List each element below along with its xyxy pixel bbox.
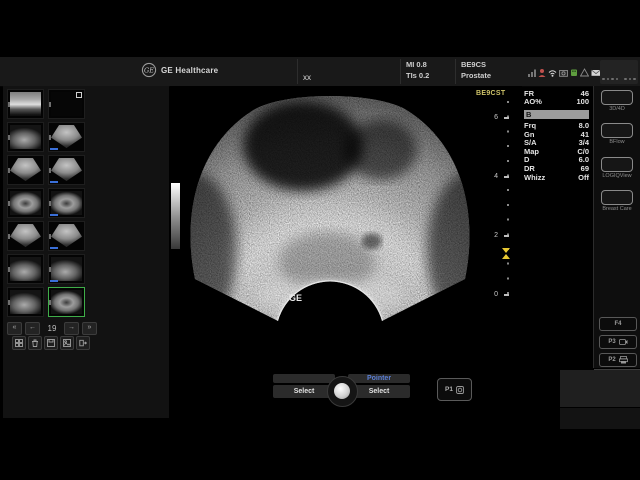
warning-icon xyxy=(580,68,589,77)
probe-label: BE9CST xyxy=(476,90,505,97)
first-page-button[interactable]: « xyxy=(7,322,22,335)
divider xyxy=(297,59,298,84)
depth-major-tick xyxy=(504,235,509,237)
thumbnail-image[interactable] xyxy=(7,89,44,119)
clip-badge-icon xyxy=(76,92,82,98)
trash-icon[interactable] xyxy=(28,336,42,350)
thumbnail-image[interactable] xyxy=(48,89,85,119)
wifi-icon xyxy=(548,68,557,77)
key-3d4d-label: 3D/4D xyxy=(594,106,640,112)
preset-name: Prostate xyxy=(461,72,491,80)
trackball-key-select-left: Select xyxy=(273,385,335,398)
key-logiqview[interactable] xyxy=(601,157,633,172)
trackball-icon[interactable] xyxy=(334,383,350,399)
depth-tick-label: 0 xyxy=(486,291,498,298)
console-bezel-panel xyxy=(560,408,640,429)
thumbnail-image[interactable] xyxy=(48,155,85,185)
focus-marker-icon[interactable] xyxy=(502,254,510,259)
thumbnail-image-selected[interactable] xyxy=(48,287,85,317)
trackball-key-top-left xyxy=(273,374,335,383)
mi-readout: MI 0.8 xyxy=(406,61,427,69)
param-value: Off xyxy=(578,173,589,182)
depth-ruler xyxy=(507,101,509,301)
signal-icon xyxy=(528,68,536,77)
p1-label: P1 xyxy=(445,386,453,393)
thumbnail-image[interactable] xyxy=(48,122,85,152)
focus-marker-icon[interactable] xyxy=(502,248,510,253)
depth-major-tick xyxy=(504,117,509,119)
thumbnail-image[interactable] xyxy=(48,254,85,284)
ultrasound-scan-screen: GE GE Healthcare xx MI 0.8 TIs 0.2 BE9CS… xyxy=(0,0,640,480)
menu-dots-panel[interactable] xyxy=(600,60,638,84)
divider xyxy=(593,86,594,368)
menu-dots xyxy=(600,78,638,81)
key-logiqview-label: LOGIQView xyxy=(594,173,640,179)
key-bflow[interactable] xyxy=(601,123,633,138)
thumbnail-image[interactable] xyxy=(48,221,85,251)
thumbnail-image[interactable] xyxy=(7,221,44,251)
key-breast-care[interactable] xyxy=(601,190,633,205)
printer-icon xyxy=(619,356,628,364)
user-icon xyxy=(538,68,546,77)
divider xyxy=(455,59,456,84)
p2-label: P2 xyxy=(608,357,615,363)
ultrasound-fan-image: GE xyxy=(175,86,515,341)
depth-major-tick xyxy=(504,294,509,296)
camera-icon xyxy=(559,68,568,77)
thumbnail-image[interactable] xyxy=(48,188,85,218)
thumbnail-image[interactable] xyxy=(7,254,44,284)
top-bar: GE GE Healthcare xx MI 0.8 TIs 0.2 BE9CS… xyxy=(0,57,640,87)
last-page-button[interactable]: » xyxy=(82,322,97,335)
save-icon[interactable] xyxy=(44,336,58,350)
thumbnail-image[interactable] xyxy=(7,188,44,218)
probe-name: BE9CS xyxy=(461,61,486,69)
depth-major-tick xyxy=(504,176,509,178)
depth-tick-label: 4 xyxy=(486,173,498,180)
thumbnail-image[interactable] xyxy=(7,122,44,152)
console-bezel-panel xyxy=(560,370,640,407)
clipboard-tools xyxy=(12,336,90,350)
thumbnail-image[interactable] xyxy=(7,287,44,317)
key-bflow-label: BFlow xyxy=(594,139,640,145)
patient-name-field[interactable]: xx xyxy=(303,73,311,82)
tis-readout: TIs 0.2 xyxy=(406,72,429,80)
next-page-button[interactable]: → xyxy=(64,322,79,335)
divider xyxy=(400,59,401,84)
param-label: AO% xyxy=(524,97,542,106)
p3-button[interactable]: P3 xyxy=(599,335,637,349)
usb-icon xyxy=(570,68,578,77)
image-area: GE BE9CST 6 4 2 0 xyxy=(170,86,522,418)
grid-layout-icon[interactable] xyxy=(12,336,26,350)
f4-label: F4 xyxy=(614,321,621,327)
p1-button[interactable]: P1 xyxy=(437,378,472,401)
key-3d4d[interactable] xyxy=(601,90,633,105)
key-breast-care-label: Breast Care xyxy=(594,206,640,212)
param-value: 100 xyxy=(576,97,589,106)
thumbnail-image[interactable] xyxy=(7,155,44,185)
image-icon[interactable] xyxy=(60,336,74,350)
brand-text: GE Healthcare xyxy=(161,66,218,75)
depth-tick-label: 2 xyxy=(486,232,498,239)
depth-tick-label: 6 xyxy=(486,114,498,121)
svg-text:GE: GE xyxy=(144,67,154,75)
trackball-key-pointer: Pointer xyxy=(348,374,410,383)
grayscale-bar xyxy=(171,183,180,249)
clipboard-panel: « ← 19 → » xyxy=(3,86,169,418)
p3-label: P3 xyxy=(608,339,615,345)
export-icon[interactable] xyxy=(76,336,90,350)
param-label: Whizz xyxy=(524,173,545,182)
f4-button[interactable]: F4 xyxy=(599,317,637,331)
imaging-parameters: FR46 AO%100 B Frq8.0 Gn41 S/A3/4 MapC/0 … xyxy=(524,89,589,181)
mode-header: B xyxy=(524,110,589,119)
ge-watermark: GE xyxy=(289,293,302,303)
page-number: 19 xyxy=(43,324,61,333)
camera-store-icon xyxy=(456,386,464,394)
ge-logo-icon: GE xyxy=(141,62,157,83)
video-camera-icon xyxy=(619,338,628,346)
status-icon-tray: ( xyxy=(528,65,606,77)
p2-button[interactable]: P2 xyxy=(599,353,637,367)
prev-page-button[interactable]: ← xyxy=(25,322,40,335)
thumbnail-grid xyxy=(7,89,85,317)
clipboard-pager: « ← 19 → » xyxy=(7,322,97,335)
